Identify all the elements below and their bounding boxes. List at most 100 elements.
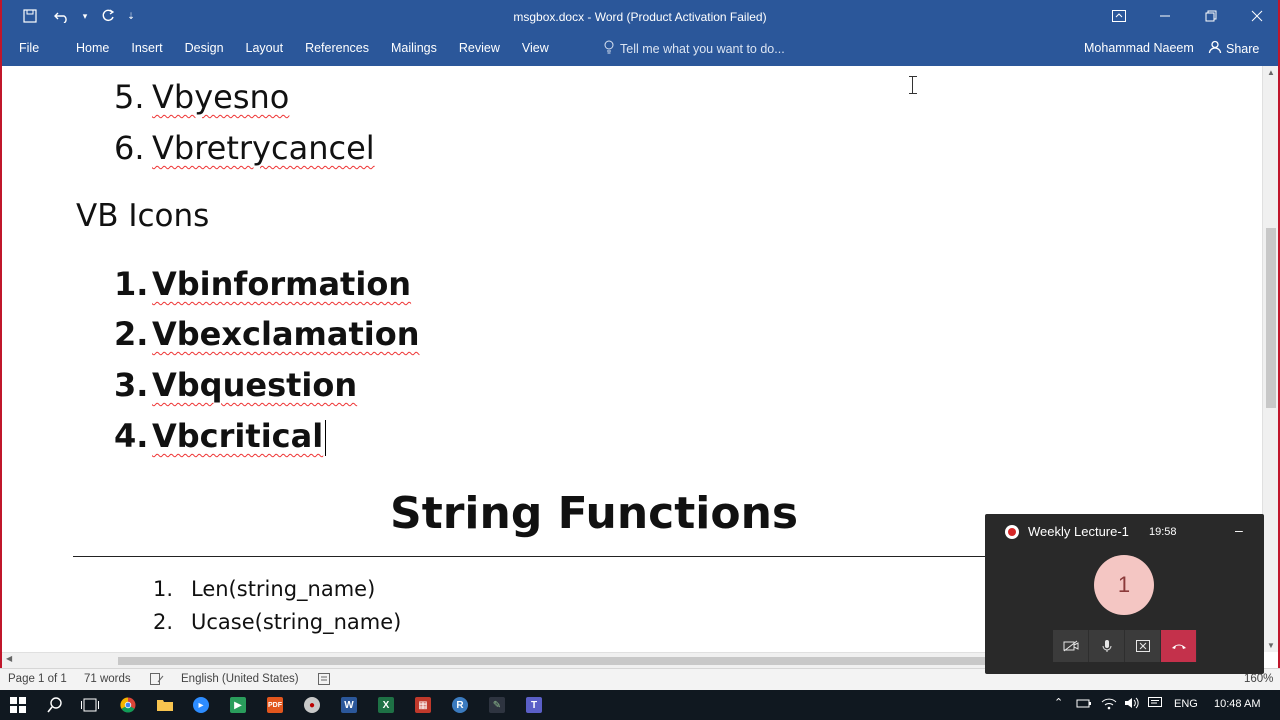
zoom-app-icon[interactable]: ▸ [190, 695, 212, 715]
share-label: Share [1226, 41, 1260, 56]
chrome-icon[interactable] [117, 695, 139, 715]
restore-icon[interactable] [1188, 0, 1234, 32]
tab-review[interactable]: Review [449, 41, 510, 55]
vertical-scrollbar[interactable]: ▲ ▼ [1262, 66, 1278, 652]
ribbon-tabs: File Home Insert Design Layout Reference… [0, 33, 1280, 66]
horizontal-scroll-thumb[interactable] [118, 657, 988, 665]
tell-me-search[interactable]: Tell me what you want to do... [604, 40, 785, 57]
file-tab[interactable]: File [10, 41, 48, 55]
list-text: Len(string_name) [191, 577, 376, 601]
wifi-icon[interactable] [1101, 696, 1117, 713]
proofing-icon[interactable] [150, 673, 164, 688]
tab-view[interactable]: View [512, 41, 559, 55]
title-bar: ▾ ⇣ msgbox.docx - Word (Product Activati… [0, 0, 1280, 33]
scroll-up-icon[interactable]: ▲ [1263, 68, 1279, 77]
user-name[interactable]: Mohammad Naeem [1084, 41, 1194, 55]
heading-rule [73, 556, 993, 557]
zoom-level[interactable]: 160% [1244, 673, 1273, 685]
ribbon-tab-list: Home Insert Design Layout References Mai… [66, 41, 561, 55]
minimize-icon[interactable] [1142, 0, 1188, 32]
scroll-down-icon[interactable]: ▼ [1263, 641, 1279, 650]
minimize-meeting-icon[interactable]: – [1235, 522, 1243, 538]
list-text: Ucase(string_name) [191, 610, 402, 634]
mouse-ibeam-cursor-icon [909, 76, 920, 94]
pdf-reader-icon[interactable]: PDF [264, 695, 286, 715]
windows-taskbar: ▸ ▶ PDF ● W X ▦ R ✎ T ⌃ ENG 10:48 AM [0, 690, 1280, 720]
person-icon [1208, 40, 1222, 57]
search-icon[interactable] [44, 695, 66, 715]
recorder-icon[interactable]: ● [301, 695, 323, 715]
list-text: Vbcritical [152, 417, 324, 455]
vb-icons-heading: VB Icons [76, 198, 210, 234]
tab-design[interactable]: Design [175, 41, 234, 55]
lightbulb-icon [604, 40, 614, 57]
list-number: 5. [114, 78, 145, 116]
hang-up-icon[interactable] [1161, 630, 1197, 662]
notification-icon[interactable] [1148, 697, 1162, 712]
list-number: 2. [114, 315, 149, 353]
stop-sharing-icon[interactable] [1125, 630, 1161, 662]
list-item: 3. Vbquestion [114, 366, 357, 404]
meeting-controls [1053, 630, 1197, 662]
volume-icon[interactable] [1124, 696, 1140, 713]
page-count[interactable]: Page 1 of 1 [8, 673, 67, 685]
share-button[interactable]: Share [1208, 40, 1259, 57]
macro-record-icon[interactable] [318, 673, 330, 688]
list-number: 3. [114, 366, 149, 404]
tab-mailings[interactable]: Mailings [381, 41, 447, 55]
list-item: 1. Vbinformation [114, 265, 411, 303]
windows-start-icon[interactable] [7, 695, 29, 715]
word-count[interactable]: 71 words [84, 673, 131, 685]
list-text: Vbquestion [152, 366, 358, 404]
list-item: 1. Len(string_name) [153, 577, 375, 601]
clock[interactable]: 10:48 AM [1214, 698, 1260, 710]
language-status[interactable]: English (United States) [181, 673, 299, 685]
list-number: 6. [114, 129, 145, 167]
tab-layout[interactable]: Layout [236, 41, 294, 55]
meeting-mini-window[interactable]: Weekly Lecture-1 19:58 – 1 [985, 514, 1264, 674]
pen-tool-icon[interactable]: ✎ [486, 695, 508, 715]
window-title: msgbox.docx - Word (Product Activation F… [513, 10, 767, 24]
green-app-icon[interactable]: ▶ [227, 695, 249, 715]
meeting-duration: 19:58 [1149, 526, 1177, 538]
colorful-app-icon[interactable]: ▦ [412, 695, 434, 715]
close-icon[interactable] [1234, 0, 1280, 32]
list-item: 2. Ucase(string_name) [153, 610, 401, 634]
list-item: 2. Vbexclamation [114, 315, 420, 353]
list-item: 5. Vbyesno [114, 78, 289, 116]
text-caret [325, 420, 327, 456]
list-number: 4. [114, 417, 149, 455]
string-functions-heading: String Functions [390, 488, 799, 539]
list-text: Vbyesno [152, 78, 290, 116]
show-hidden-icons-icon[interactable]: ⌃ [1054, 696, 1063, 709]
word-icon[interactable]: W [338, 695, 360, 715]
r-app-icon[interactable]: R [449, 695, 471, 715]
tab-references[interactable]: References [295, 41, 379, 55]
file-explorer-icon[interactable] [154, 695, 176, 715]
scroll-left-icon[interactable]: ◀ [6, 654, 12, 663]
tab-insert[interactable]: Insert [121, 41, 172, 55]
camera-off-icon[interactable] [1053, 630, 1089, 662]
tell-me-placeholder: Tell me what you want to do... [620, 41, 785, 56]
list-number: 2. [153, 610, 174, 634]
participant-avatar: 1 [1094, 555, 1154, 615]
tab-home[interactable]: Home [66, 41, 119, 55]
excel-icon[interactable]: X [375, 695, 397, 715]
ribbon-display-options-icon[interactable] [1096, 0, 1142, 32]
list-text: Vbretrycancel [152, 129, 375, 167]
meeting-title: Weekly Lecture-1 [1028, 524, 1129, 539]
battery-icon[interactable] [1076, 697, 1092, 712]
list-text: Vbinformation [152, 265, 412, 303]
vertical-scroll-thumb[interactable] [1266, 228, 1276, 408]
microphone-icon[interactable] [1089, 630, 1125, 662]
recording-icon [1005, 525, 1019, 539]
list-number: 1. [114, 265, 149, 303]
list-item: 6. Vbretrycancel [114, 129, 375, 167]
list-text: Vbexclamation [152, 315, 420, 353]
list-number: 1. [153, 577, 174, 601]
input-language[interactable]: ENG [1174, 698, 1198, 710]
window-controls [1096, 0, 1280, 32]
list-item: 4. Vbcritical [114, 417, 327, 456]
task-view-icon[interactable] [79, 695, 101, 715]
teams-icon[interactable]: T [523, 695, 545, 715]
